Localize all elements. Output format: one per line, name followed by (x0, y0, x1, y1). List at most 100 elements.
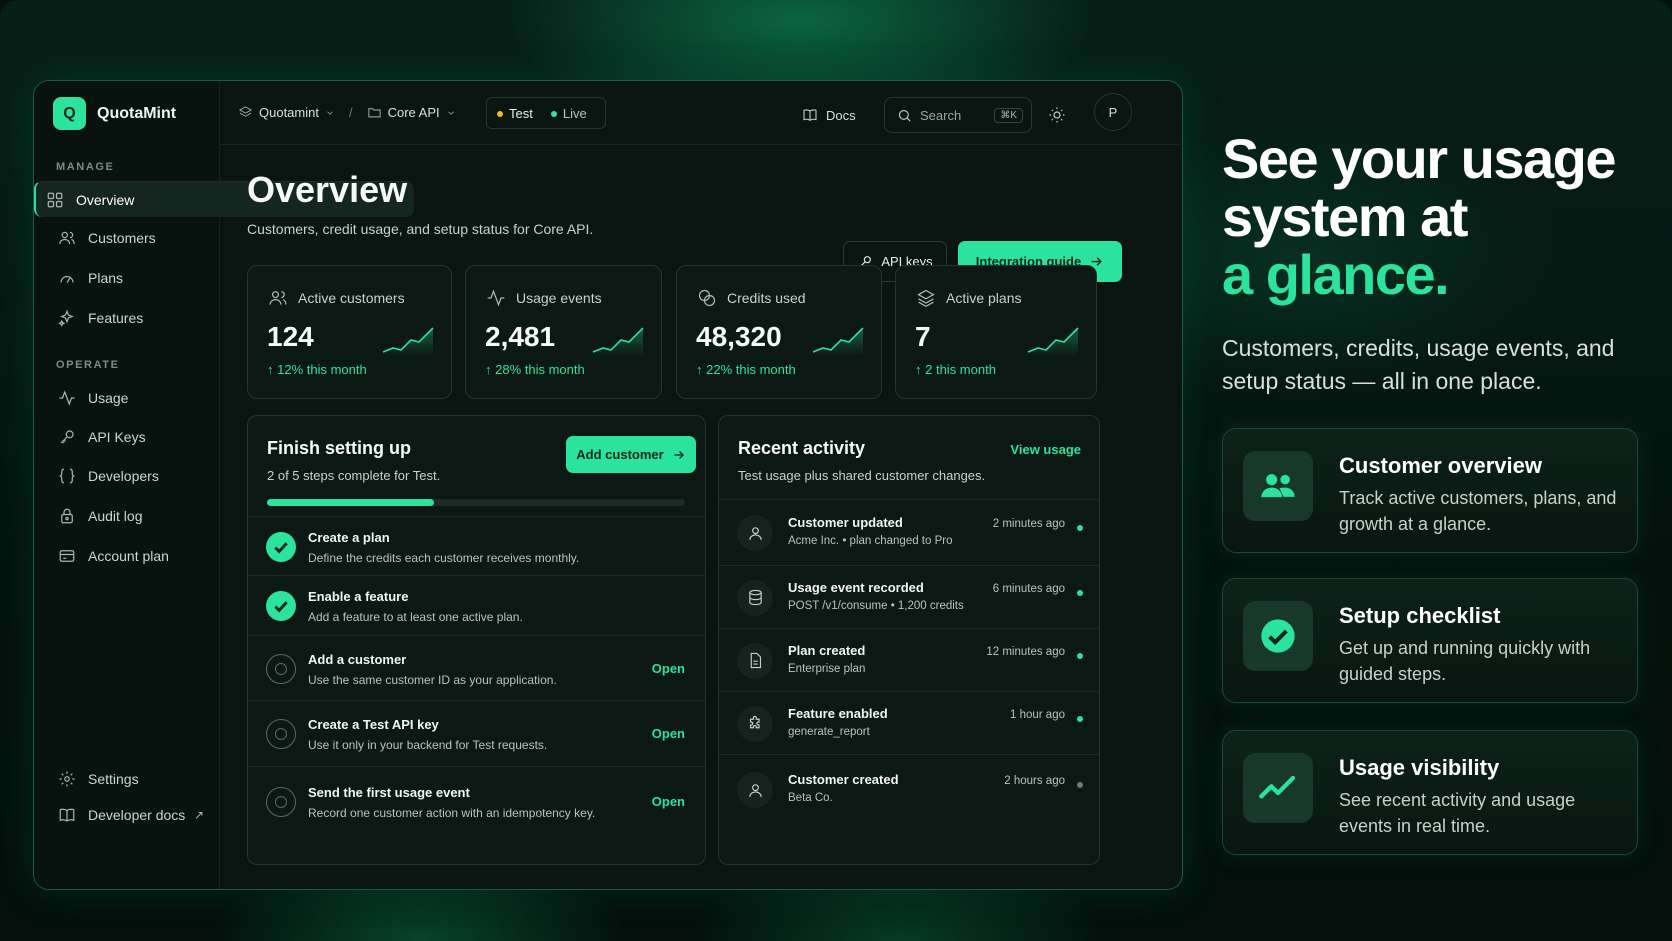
sidebar-item-label: Settings (88, 771, 139, 787)
activity-item[interactable]: Customer updated Acme Inc. • plan change… (719, 499, 1099, 565)
step-open-link[interactable]: Open (652, 726, 685, 741)
search-input[interactable]: Search ⌘K (884, 97, 1032, 133)
stat-delta: ↑ 2 this month (915, 362, 996, 377)
users-icon (1243, 451, 1313, 521)
env-live-dot (550, 111, 557, 118)
step-title: Create a plan (308, 529, 390, 545)
trend-icon (1243, 753, 1313, 823)
avatar: P (1094, 93, 1132, 131)
stat-card: Active plans 7 ↑ 2 this month (895, 265, 1097, 399)
puzzle-icon (749, 715, 760, 729)
stat-card: Usage events 2,481 ↑ 28% this month (465, 265, 662, 399)
add-customer-button[interactable]: Add customer (566, 436, 696, 473)
check-circle-icon (1243, 601, 1313, 671)
layers-icon (238, 106, 253, 117)
chevron-down-icon (447, 111, 454, 115)
setup-step[interactable]: Send the first usage event Record one cu… (248, 766, 705, 836)
activity-title: Customer updated (788, 515, 903, 530)
setup-title: Finish setting up (267, 438, 411, 458)
activity-subtitle: Test usage plus shared customer changes. (738, 468, 986, 483)
step-title: Send the first usage event (308, 785, 470, 800)
sidebar-item-audit-log[interactable]: Audit log (48, 498, 206, 534)
sidebar-item-customers[interactable]: Customers (48, 220, 206, 256)
sidebar-item-usage[interactable]: Usage (48, 380, 206, 416)
setup-progress-bar (267, 499, 685, 506)
step-radio[interactable] (266, 653, 296, 684)
view-usage-link[interactable]: View usage (1010, 442, 1081, 457)
step-desc: Add a feature to at least one active pla… (308, 610, 523, 624)
docs-label: Docs (826, 107, 856, 123)
activity-card: Recent activity Test usage plus shared c… (718, 415, 1100, 865)
topbar: Quotamint / Core API Test Live Docs Sear… (220, 81, 1182, 145)
grid-icon (47, 192, 63, 207)
hero-subtitle: Customers, credits, usage events, and se… (1222, 335, 1615, 394)
activity-title: Recent activity (738, 438, 866, 458)
gauge-icon (60, 275, 74, 283)
search-icon (898, 109, 911, 122)
activity-icon-wrap (737, 705, 773, 742)
sidebar-item-api-keys[interactable]: API Keys (48, 419, 206, 455)
activity-item[interactable]: Usage event recorded POST /v1/consume • … (719, 565, 1099, 628)
activity-item[interactable]: Plan created Enterprise plan 12 minutes … (719, 628, 1099, 691)
hero-heading: See your usage system at a glance. (1222, 127, 1616, 304)
users-icon (269, 291, 287, 305)
stat-label-text: Active customers (298, 290, 405, 306)
env-live-label: Live (562, 105, 587, 121)
activity-time: 12 minutes ago (986, 645, 1065, 658)
sparkline (812, 327, 864, 356)
sidebar-item-label: Account plan (88, 548, 169, 564)
activity-item[interactable]: Customer created Beta Co. 2 hours ago (719, 754, 1099, 824)
sidebar-item-label: Developers (88, 468, 159, 484)
brand-logo[interactable]: Q QuotaMint (53, 97, 176, 130)
search-placeholder: Search (920, 107, 962, 123)
sidebar-item-developer-docs[interactable]: Developer docs ↗ (48, 797, 206, 833)
project-switcher[interactable]: Core API (388, 105, 440, 120)
stat-value: 124 (267, 321, 314, 352)
setup-step: Enable a feature Add a feature to at lea… (248, 575, 705, 635)
book-icon (803, 109, 817, 121)
folder-icon (368, 108, 381, 118)
layers-icon (917, 289, 935, 308)
setup-step[interactable]: Add a customer Use the same customer ID … (248, 635, 705, 700)
theme-toggle[interactable] (1048, 97, 1066, 133)
env-test[interactable]: Test (497, 106, 533, 121)
user-avatar[interactable]: P (1094, 93, 1132, 131)
sidebar-item-label: Audit log (88, 508, 143, 524)
stat-label: Usage events (486, 288, 602, 308)
sidebar-item-settings[interactable]: Settings (48, 761, 206, 797)
stat-delta: ↑ 22% this month (696, 362, 796, 377)
activity-title: Customer created (788, 772, 899, 787)
hero-line-1: See your usage (1222, 127, 1616, 190)
user-icon (748, 526, 762, 540)
step-open-link[interactable]: Open (652, 794, 685, 809)
coins-icon (698, 289, 716, 307)
sidebar-item-plans[interactable]: Plans (48, 260, 206, 296)
step-desc: Use it only in your backend for Test req… (308, 738, 548, 752)
step-radio[interactable] (266, 787, 296, 817)
check-icon (266, 531, 296, 562)
activity-time: 6 minutes ago (992, 582, 1065, 595)
env-test-label: Test (509, 105, 533, 121)
step-open-link[interactable]: Open (652, 661, 685, 676)
activity-status-dot (1077, 589, 1083, 596)
activity-icon-wrap (737, 579, 773, 616)
activity-item[interactable]: Feature enabled generate_report 1 hour a… (719, 691, 1099, 754)
stat-label: Active customers (268, 288, 405, 308)
step-title: Add a customer (308, 651, 407, 667)
key-icon (60, 430, 74, 444)
setup-card: Finish setting up 2 of 5 steps complete … (247, 415, 706, 865)
feature-desc: Track active customers, plans, and growt… (1339, 488, 1617, 534)
env-live[interactable]: Live (550, 105, 587, 121)
braces-icon (58, 468, 76, 484)
setup-step[interactable]: Create a Test API key Use it only in you… (248, 700, 705, 766)
gear-icon (59, 771, 75, 787)
activity-time: 2 minutes ago (992, 518, 1065, 530)
setup-progress-fill (267, 499, 435, 506)
docs-link[interactable]: Docs (802, 97, 856, 133)
sidebar-item-developers[interactable]: Developers (48, 458, 206, 494)
sidebar-item-features[interactable]: Features (48, 300, 206, 336)
workspace-switcher[interactable]: Quotamint (259, 105, 319, 120)
sidebar-item-account-plan[interactable]: Account plan (48, 538, 206, 574)
card-icon (59, 550, 75, 562)
step-radio[interactable] (266, 719, 296, 749)
